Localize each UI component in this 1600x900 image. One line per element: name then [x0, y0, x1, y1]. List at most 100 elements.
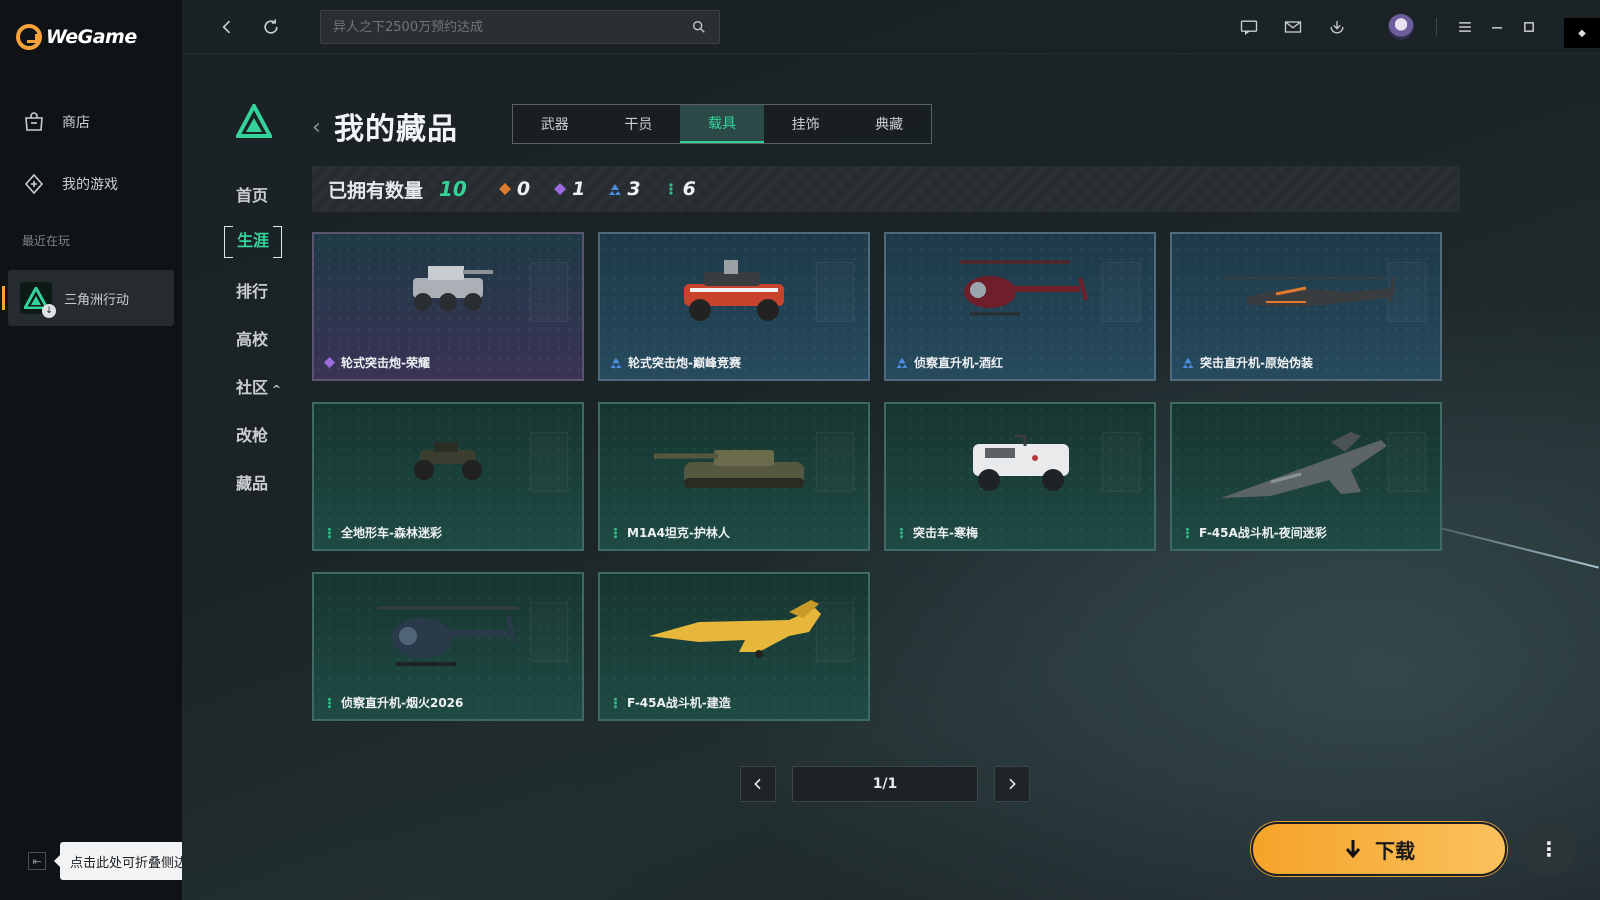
- rarity-purple-icon: [554, 183, 567, 195]
- rarity-blue-count: 3: [609, 178, 641, 200]
- shop-bag-icon: [25, 112, 43, 131]
- rarity-purple-icon: [324, 357, 335, 368]
- rarity-blue-icon: [1182, 357, 1194, 368]
- attack-helicopter-icon: [1226, 277, 1396, 307]
- rarity-blue-icon: [896, 357, 908, 368]
- collection-card[interactable]: F-45A战斗机-建造: [598, 572, 870, 721]
- recent-game-label: 三角洲行动: [64, 292, 130, 308]
- card-name: 侦察直升机-酒红: [914, 356, 1003, 370]
- rarity-green-count: 6: [665, 178, 696, 200]
- card-name: M1A4坦克-护林人: [627, 526, 730, 540]
- game-nav-career[interactable]: 生涯: [224, 226, 282, 258]
- card-label: 全地形车-森林迷彩: [324, 524, 442, 541]
- topbar-divider: [1436, 18, 1437, 36]
- ownership-summary: 已拥有数量 10 0 1 3 6: [312, 166, 1460, 212]
- wegame-logo-icon: [16, 24, 42, 50]
- armored-car-icon: [413, 266, 493, 311]
- collection-card[interactable]: 突击车-寒梅: [884, 402, 1156, 551]
- card-label: 突击车-寒梅: [896, 524, 978, 541]
- mail-icon[interactable]: [1280, 14, 1306, 40]
- page-back-chevron-icon[interactable]: ‹: [312, 115, 321, 140]
- minimize-icon[interactable]: [1484, 14, 1510, 40]
- search-input[interactable]: [333, 19, 691, 35]
- game-nav-ranking[interactable]: 排行: [236, 278, 276, 302]
- collection-card[interactable]: 突击直升机-原始伪装: [1170, 232, 1442, 381]
- card-name: 轮式突击炮-巅峰竞赛: [628, 356, 741, 370]
- maximize-icon[interactable]: [1516, 14, 1542, 40]
- prev-page-button[interactable]: [740, 766, 776, 802]
- sidebar-item-shop[interactable]: 商店: [22, 110, 90, 134]
- refresh-icon[interactable]: [258, 14, 284, 40]
- delta-force-game-icon: ↓: [20, 282, 56, 318]
- game-nav-home[interactable]: 首页: [236, 182, 276, 206]
- sidebar-item-label: 我的游戏: [62, 177, 118, 193]
- card-decoration: [530, 432, 568, 492]
- collection-card[interactable]: 轮式突击炮-荣耀: [312, 232, 584, 381]
- chevron-right-icon: [1009, 778, 1016, 790]
- recent-section-label: 最近在玩: [22, 234, 71, 248]
- armored-car-icon: [684, 260, 784, 321]
- delta-force-logo-icon[interactable]: [234, 101, 274, 138]
- collection-card[interactable]: F-45A战斗机-夜间迷彩: [1170, 402, 1442, 551]
- download-button[interactable]: 下载: [1251, 822, 1507, 876]
- search-icon[interactable]: [691, 19, 707, 35]
- card-label: F-45A战斗机-夜间迷彩: [1182, 524, 1327, 541]
- download-label: 下载: [1375, 838, 1415, 863]
- rarity-green-icon: [900, 527, 903, 538]
- download-arrow-icon: [1345, 840, 1361, 859]
- chevron-up-icon: ^: [268, 383, 282, 396]
- shield-icon[interactable]: ◆: [1564, 18, 1600, 48]
- rarity-blue-icon: [610, 357, 622, 368]
- card-name: 突击车-寒梅: [913, 526, 978, 540]
- collection-card[interactable]: 轮式突击炮-巅峰竞赛: [598, 232, 870, 381]
- card-label: 突击直升机-原始伪装: [1182, 354, 1313, 371]
- sidebar-item-label: 商店: [62, 115, 90, 131]
- download-manager-icon[interactable]: [1324, 14, 1350, 40]
- main-content: ◆ 首页 生涯 排行 高校 社区 ^ 改枪 藏品 ‹ 我的藏品 武器 干员 载具…: [182, 0, 1600, 900]
- chat-icon[interactable]: [1236, 14, 1262, 40]
- game-nav-community-label: 社区: [236, 378, 269, 397]
- card-decoration: [816, 262, 854, 322]
- card-decoration: [530, 262, 568, 322]
- game-nav-gunsmith[interactable]: 改枪: [236, 422, 276, 446]
- wegame-logo[interactable]: WeGame: [16, 24, 137, 50]
- card-name: 侦察直升机-烟火2026: [341, 696, 464, 710]
- rarity-green-icon: [328, 697, 331, 708]
- tab-collectibles[interactable]: 典藏: [847, 105, 931, 143]
- collection-card[interactable]: 侦察直升机-酒红: [884, 232, 1156, 381]
- collection-card[interactable]: 全地形车-森林迷彩: [312, 402, 584, 551]
- collection-card[interactable]: M1A4坦克-护林人: [598, 402, 870, 551]
- next-page-button[interactable]: [994, 766, 1030, 802]
- game-nav-college[interactable]: 高校: [236, 326, 276, 350]
- page-title: 我的藏品: [334, 112, 458, 147]
- avatar[interactable]: [1388, 14, 1414, 40]
- tab-charms[interactable]: 挂饰: [764, 105, 848, 143]
- card-label: 轮式突击炮-巅峰竞赛: [610, 354, 741, 371]
- game-nav-community[interactable]: 社区 ^: [236, 374, 296, 398]
- game-nav-collection[interactable]: 藏品: [236, 470, 276, 494]
- tab-weapons[interactable]: 武器: [513, 105, 597, 143]
- recent-game-item[interactable]: ↓ 三角洲行动: [2, 270, 174, 326]
- rarity-green-value: 6: [682, 178, 696, 200]
- tab-vehicles[interactable]: 载具: [680, 105, 764, 143]
- page-indicator: 1/1: [792, 766, 978, 802]
- menu-icon[interactable]: [1452, 14, 1478, 40]
- owned-count-label: 已拥有数量: [328, 179, 424, 202]
- atv-icon: [414, 442, 482, 480]
- card-decoration: [1102, 432, 1140, 492]
- more-options-icon[interactable]: ⋮: [1522, 822, 1576, 876]
- tab-operators[interactable]: 干员: [597, 105, 681, 143]
- collapse-sidebar-icon[interactable]: ⇤: [28, 852, 46, 870]
- back-icon[interactable]: [214, 14, 240, 40]
- rarity-orange-icon: [498, 183, 511, 195]
- sidebar-item-my-games[interactable]: 我的游戏: [22, 172, 118, 196]
- collection-card[interactable]: 侦察直升机-烟火2026: [312, 572, 584, 721]
- top-bar: ◆: [182, 0, 1600, 54]
- chevron-left-icon: [754, 778, 761, 790]
- gamepad-icon: [24, 173, 44, 195]
- card-name: 突击直升机-原始伪装: [1200, 356, 1313, 370]
- rarity-orange-value: 0: [516, 178, 531, 200]
- search-box[interactable]: [320, 10, 720, 44]
- wegame-logo-text: WeGame: [46, 26, 137, 48]
- rarity-green-icon: [668, 183, 673, 195]
